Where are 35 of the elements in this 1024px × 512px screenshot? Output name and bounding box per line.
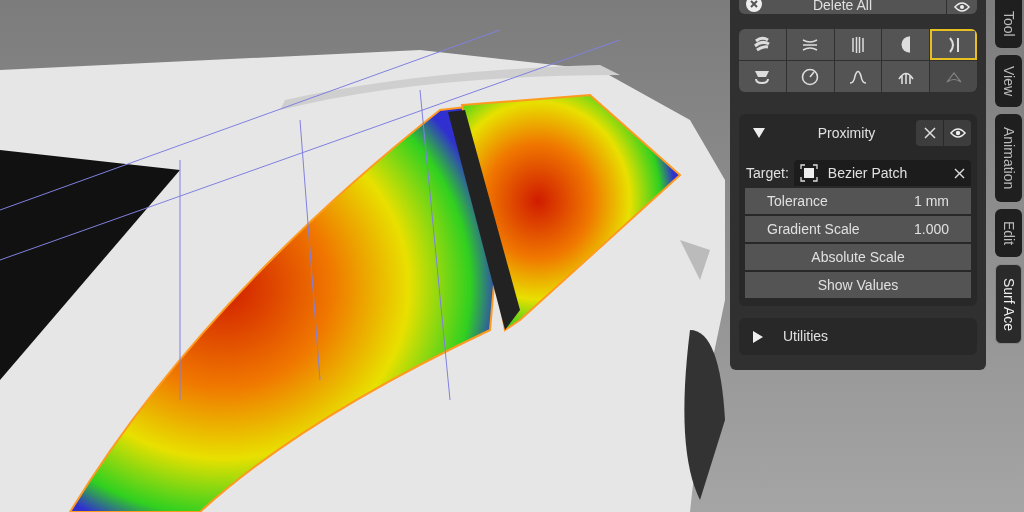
tool-button[interactable] bbox=[834, 61, 882, 92]
side-tab[interactable]: Animation bbox=[995, 114, 1022, 202]
tool-button[interactable] bbox=[739, 29, 786, 60]
tool-button[interactable] bbox=[786, 29, 834, 60]
eye-icon bbox=[954, 2, 970, 12]
number-field[interactable]: Tolerance 1 mm bbox=[745, 188, 971, 214]
triangle-icon bbox=[753, 330, 763, 343]
toggle-button[interactable]: Show Values bbox=[745, 272, 971, 298]
visibility-toggle[interactable] bbox=[944, 120, 971, 146]
expand-toggle[interactable] bbox=[751, 329, 765, 344]
tool-button[interactable] bbox=[786, 61, 834, 92]
object-icon bbox=[799, 164, 818, 182]
side-tab[interactable]: Surf Ace bbox=[995, 264, 1022, 344]
tool-button[interactable] bbox=[834, 29, 882, 60]
triangle-icon bbox=[753, 128, 765, 138]
delete-all-button[interactable]: Delete All bbox=[739, 0, 946, 14]
number-field[interactable]: Gradient Scale 1.000 bbox=[745, 216, 971, 242]
side-tab[interactable]: View bbox=[995, 55, 1022, 107]
eye-icon bbox=[949, 127, 966, 139]
gauge-icon bbox=[800, 66, 821, 87]
target-field[interactable]: Bezier Patch bbox=[793, 160, 971, 186]
tool-button[interactable] bbox=[739, 61, 786, 92]
close-icon bbox=[923, 127, 936, 139]
tool-button[interactable] bbox=[882, 29, 930, 60]
side-tab[interactable]: Edit bbox=[995, 209, 1022, 257]
side-tab[interactable]: Tool bbox=[995, 0, 1022, 48]
panel-title: Proximity bbox=[816, 123, 877, 143]
clear-icon bbox=[954, 167, 965, 179]
tool-button[interactable] bbox=[930, 29, 977, 60]
close-icon bbox=[745, 0, 763, 13]
toggle-button[interactable]: Absolute Scale bbox=[745, 244, 971, 270]
panel-title: Utilities bbox=[783, 327, 829, 346]
tool-button[interactable] bbox=[882, 61, 930, 92]
target-label: Target: bbox=[745, 163, 790, 183]
close-button[interactable] bbox=[916, 120, 943, 146]
